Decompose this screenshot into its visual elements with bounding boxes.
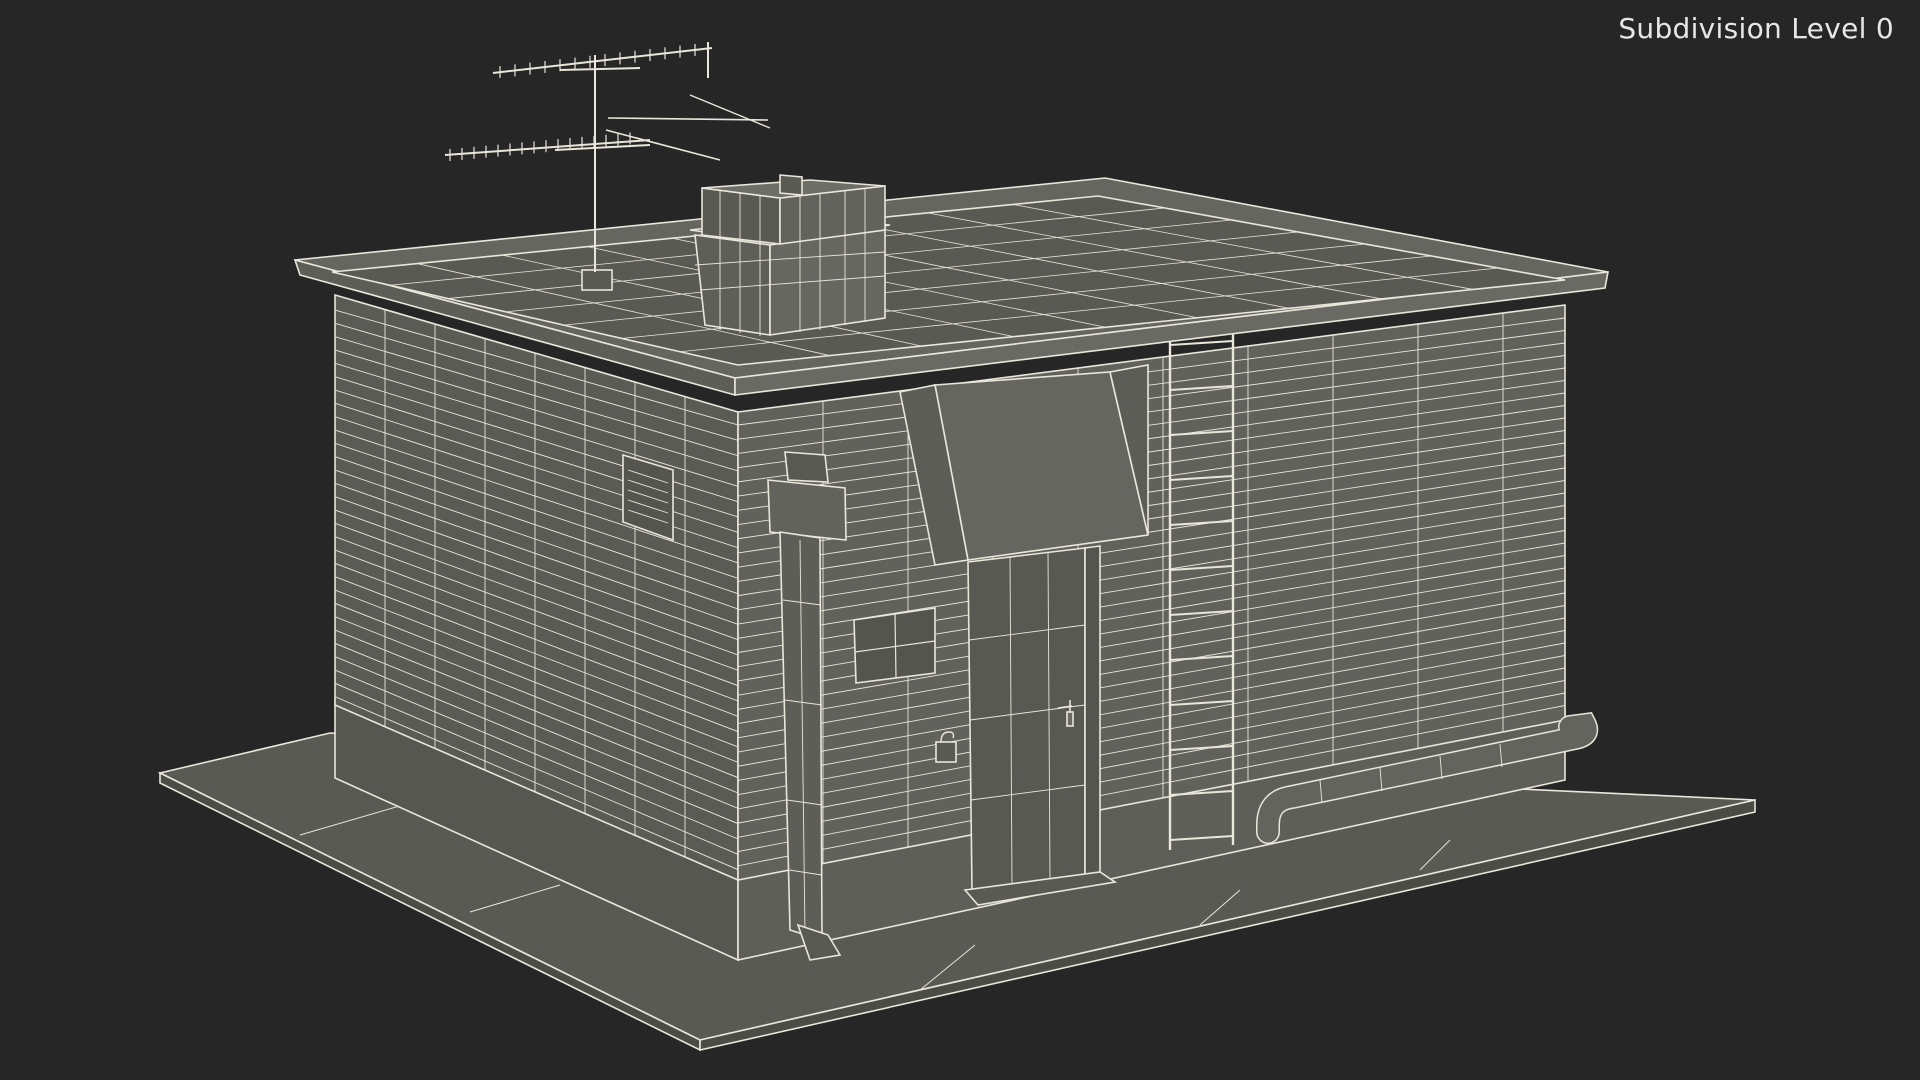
subdivision-level-label: Subdivision Level 0	[1618, 12, 1894, 45]
chimney	[689, 174, 891, 336]
front-door	[963, 545, 1118, 906]
wireframe-render	[157, 42, 1756, 1052]
wall-window	[853, 607, 936, 684]
door-surround	[899, 364, 1149, 566]
3d-viewport[interactable]	[0, 0, 1920, 1080]
